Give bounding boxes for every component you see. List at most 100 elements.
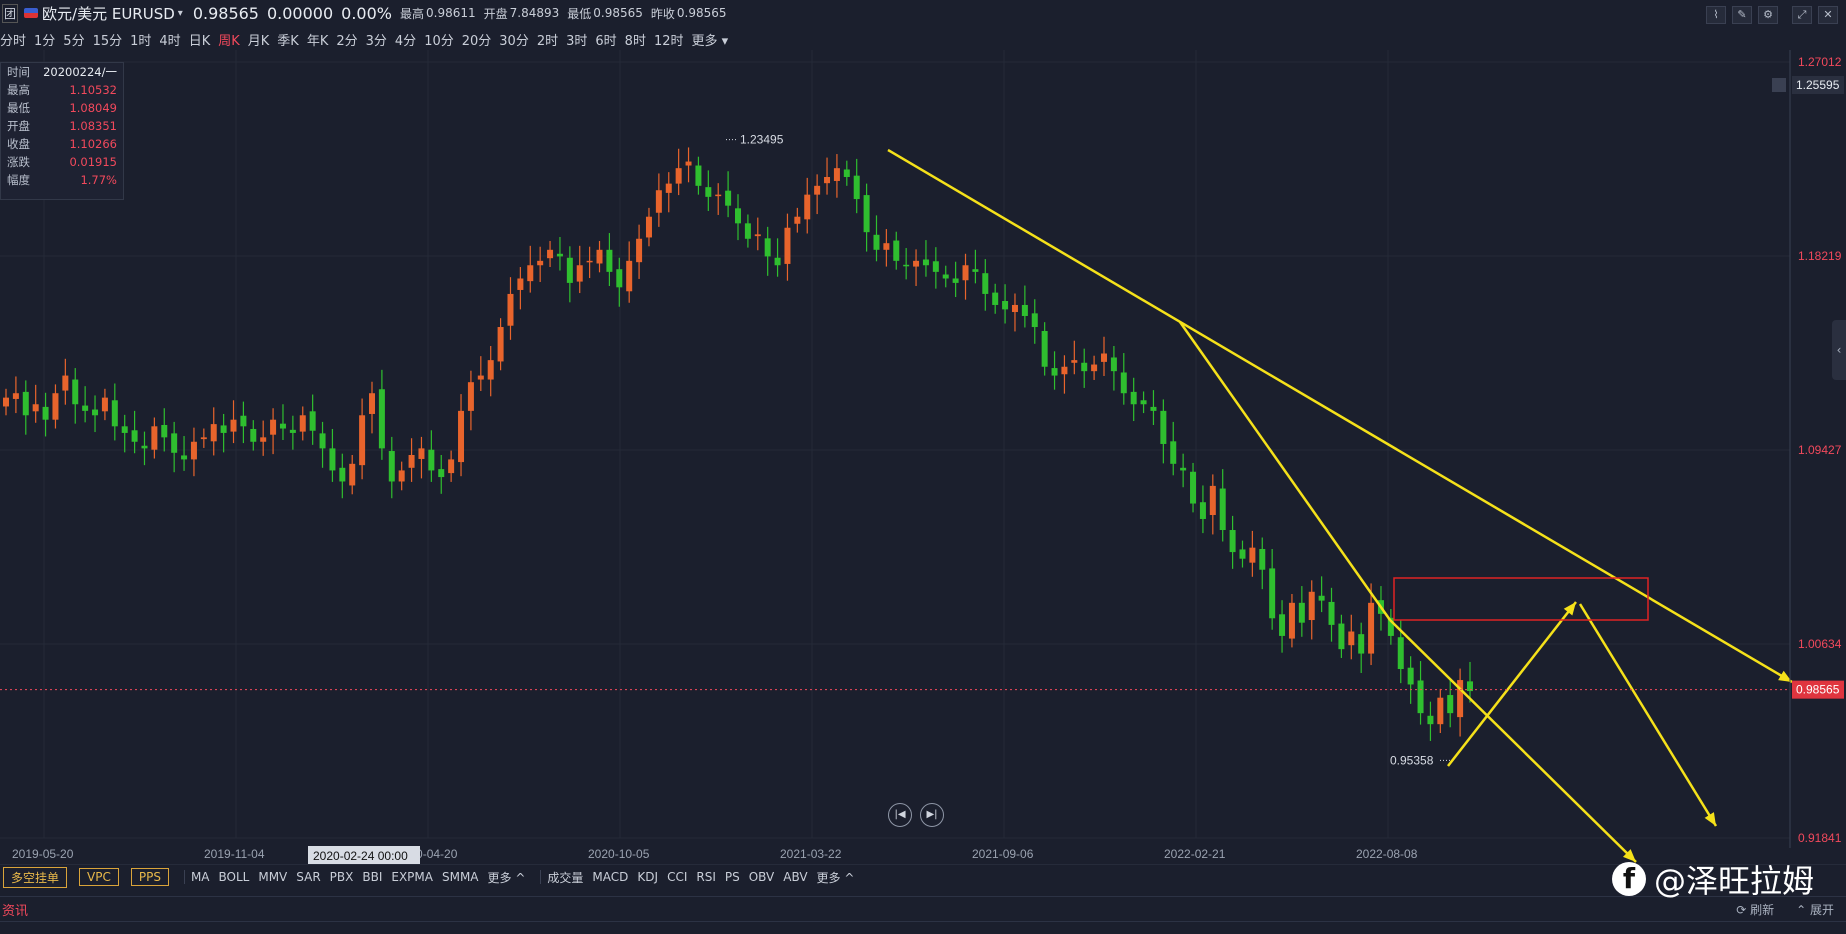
candle-body bbox=[527, 265, 534, 282]
jump-start-icon[interactable]: |◀ bbox=[888, 803, 912, 827]
open-value: 7.84893 bbox=[509, 6, 560, 20]
candle-body bbox=[1279, 614, 1286, 636]
timeframe-3[interactable]: 15分 bbox=[93, 30, 123, 49]
info-value: 0.01915 bbox=[69, 155, 117, 169]
candle-body bbox=[497, 327, 504, 362]
sub-indicator-6[interactable]: OBV bbox=[749, 870, 775, 884]
main-indicator-4[interactable]: PBX bbox=[330, 870, 354, 884]
main-indicator-3[interactable]: SAR bbox=[296, 870, 320, 884]
timeframe-22[interactable]: 更多 ▾ bbox=[692, 30, 729, 49]
timeframe-4[interactable]: 1时 bbox=[130, 30, 151, 49]
candle-body bbox=[279, 423, 286, 429]
timeframe-12[interactable]: 3分 bbox=[366, 30, 387, 49]
expand-button[interactable]: ⌃ 展开 bbox=[1796, 901, 1834, 918]
news-title[interactable]: 资讯 bbox=[2, 900, 28, 919]
timeframe-8[interactable]: 月K bbox=[248, 30, 270, 49]
candle-body bbox=[1130, 391, 1137, 405]
timeframe-17[interactable]: 2时 bbox=[537, 30, 558, 49]
candle-body bbox=[725, 190, 732, 206]
timeframe-6[interactable]: 日K bbox=[189, 30, 211, 49]
main-indicator-7[interactable]: SMMA bbox=[442, 870, 479, 884]
main-indicator-0[interactable]: MA bbox=[191, 870, 210, 884]
x-tick-label: 2019-11-04 bbox=[204, 847, 265, 861]
group-icon[interactable]: 团 bbox=[2, 3, 19, 23]
main-indicator-1[interactable]: BOLL bbox=[219, 870, 250, 884]
chevron-down-icon[interactable]: ▾ bbox=[178, 8, 183, 19]
main-indicator-5[interactable]: BBI bbox=[362, 870, 382, 884]
sub-indicator-0[interactable]: 成交量 bbox=[547, 869, 583, 886]
timeframe-5[interactable]: 4时 bbox=[159, 30, 180, 49]
pill-button-0[interactable]: 多空挂单 bbox=[3, 866, 68, 888]
info-value: 20200224/一 bbox=[43, 65, 117, 79]
main-indicator-2[interactable]: MMV bbox=[258, 870, 287, 884]
sub-indicator-3[interactable]: CCI bbox=[667, 870, 687, 884]
timeframe-11[interactable]: 2分 bbox=[336, 30, 357, 49]
pill-button-1[interactable]: VPC bbox=[79, 868, 119, 886]
expand-icon[interactable]: ⤢ bbox=[1792, 6, 1812, 24]
refresh-button[interactable]: ⟳ 刷新 bbox=[1736, 901, 1774, 918]
jump-end-icon[interactable]: ▶| bbox=[920, 803, 944, 827]
sub-indicator-4[interactable]: RSI bbox=[696, 870, 716, 884]
sub-indicator-2[interactable]: KDJ bbox=[637, 870, 658, 884]
top-price-label: 1.25595 bbox=[1796, 78, 1840, 92]
timeframe-14[interactable]: 10分 bbox=[424, 30, 454, 49]
candle-body bbox=[1417, 680, 1424, 714]
price-change: 0.00000 bbox=[266, 3, 334, 23]
timeframe-20[interactable]: 8时 bbox=[625, 30, 646, 49]
sub-indicator-8[interactable]: 更多 ^ bbox=[817, 869, 855, 886]
pill-button-2[interactable]: PPS bbox=[130, 868, 169, 886]
candle-body bbox=[576, 265, 583, 282]
candle-body bbox=[181, 455, 188, 460]
candle-body bbox=[1071, 360, 1078, 363]
timeframe-10[interactable]: 年K bbox=[307, 30, 329, 49]
candle-body bbox=[210, 424, 217, 442]
candle-body bbox=[824, 176, 831, 184]
sub-indicator-5[interactable]: PS bbox=[725, 870, 740, 884]
y-tick-label: 1.09427 bbox=[1798, 443, 1842, 457]
timeframe-19[interactable]: 6时 bbox=[595, 30, 616, 49]
candle-body bbox=[1318, 595, 1325, 601]
timeframe-15[interactable]: 20分 bbox=[462, 30, 492, 49]
close-icon[interactable]: ✕ bbox=[1818, 6, 1838, 24]
symbol-name[interactable]: 欧元/美元 EURUSD bbox=[42, 3, 175, 24]
trendline-steep bbox=[1178, 321, 1392, 621]
candle-body bbox=[289, 429, 296, 433]
candle-body bbox=[190, 441, 197, 460]
candle-body bbox=[665, 183, 672, 193]
draw-pencil-icon[interactable]: ✎ bbox=[1732, 6, 1752, 24]
candles bbox=[3, 147, 1473, 741]
timeframe-16[interactable]: 30分 bbox=[499, 30, 529, 49]
collapse-side-panel-icon[interactable]: ‹ bbox=[1832, 320, 1846, 380]
sub-indicator-7[interactable]: ABV bbox=[783, 870, 807, 884]
timeframe-2[interactable]: 5分 bbox=[63, 30, 84, 49]
candle-body bbox=[814, 185, 821, 195]
timeframe-21[interactable]: 12时 bbox=[654, 30, 684, 49]
timeframe-0[interactable]: 分时 bbox=[0, 30, 26, 49]
info-row: 幅度 1.77% bbox=[1, 171, 123, 189]
timeframe-1[interactable]: 1分 bbox=[34, 30, 55, 49]
timeframe-13[interactable]: 4分 bbox=[395, 30, 416, 49]
info-key: 最低 bbox=[7, 101, 30, 115]
candle-body bbox=[220, 425, 227, 433]
current-price-label: 0.98565 bbox=[1796, 683, 1840, 697]
candle-body bbox=[1091, 364, 1098, 372]
timeframe-18[interactable]: 3时 bbox=[566, 30, 587, 49]
sub-indicator-1[interactable]: MACD bbox=[592, 870, 628, 884]
info-row: 最低 1.08049 bbox=[1, 99, 123, 117]
candle-body bbox=[408, 454, 415, 468]
settings-icon[interactable]: ⚙ bbox=[1758, 6, 1778, 24]
candle-body bbox=[458, 410, 465, 463]
candle-body bbox=[715, 194, 722, 197]
candle-body bbox=[1358, 634, 1365, 654]
prev-close-value: 0.98565 bbox=[676, 6, 727, 20]
main-indicator-6[interactable]: EXPMA bbox=[391, 870, 433, 884]
timeframe-7[interactable]: 周K bbox=[218, 30, 240, 49]
candle-body bbox=[774, 257, 781, 266]
high-annotation: 1.23495 bbox=[740, 133, 784, 147]
candle-body bbox=[556, 253, 563, 257]
candle-body bbox=[438, 469, 445, 478]
main-indicator-8[interactable]: 更多 ^ bbox=[488, 869, 526, 886]
candlestick-chart[interactable]: 1.23495 0.95358 1.27012 1.18219 1.09427 1.00… bbox=[0, 50, 1846, 910]
line-chart-icon[interactable]: ⌇ bbox=[1706, 6, 1726, 24]
timeframe-9[interactable]: 季K bbox=[277, 30, 299, 49]
